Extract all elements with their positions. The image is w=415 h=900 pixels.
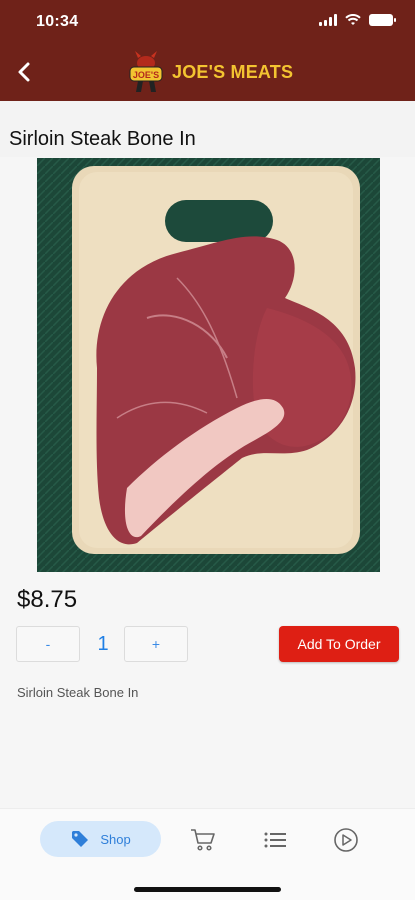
svg-text:JOE'S: JOE'S: [133, 70, 159, 80]
status-icons: [319, 14, 396, 26]
signal-icon: [319, 14, 337, 26]
list-icon: [264, 832, 286, 848]
quantity-increase-button[interactable]: +: [124, 626, 188, 662]
tab-shop-label: Shop: [100, 831, 131, 847]
tab-list[interactable]: [261, 826, 289, 854]
play-circle-icon: [334, 828, 358, 852]
tab-more[interactable]: [332, 826, 360, 854]
product-price: $8.75: [17, 586, 78, 613]
logo-badge: JOE'S: [128, 50, 164, 94]
battery-icon: [369, 14, 396, 26]
quantity-decrease-button[interactable]: -: [16, 626, 80, 662]
back-button[interactable]: [12, 58, 36, 86]
brand-name: JOE'S MEATS: [172, 61, 294, 82]
product-image: [37, 158, 380, 572]
cart-icon: [191, 829, 215, 851]
product-description: Sirloin Steak Bone In: [17, 685, 139, 700]
tab-cart[interactable]: [189, 826, 217, 854]
home-indicator: [134, 887, 281, 892]
tag-icon: [72, 831, 89, 847]
tab-shop[interactable]: Shop: [40, 821, 161, 857]
app-header: 10:34 JOE'S JOE'S MEATS: [0, 0, 415, 101]
add-to-order-button[interactable]: Add To Order: [279, 626, 399, 662]
page-title: Sirloin Steak Bone In: [9, 128, 196, 150]
wifi-icon: [345, 14, 361, 25]
chevron-left-icon: [18, 62, 30, 82]
bottom-tab-bar: Shop: [0, 808, 415, 900]
status-time: 10:34: [36, 13, 79, 30]
brand-logo: JOE'S JOE'S MEATS: [128, 50, 293, 94]
title-bar: Sirloin Steak Bone In: [0, 101, 415, 157]
quantity-value: 1: [97, 633, 109, 655]
